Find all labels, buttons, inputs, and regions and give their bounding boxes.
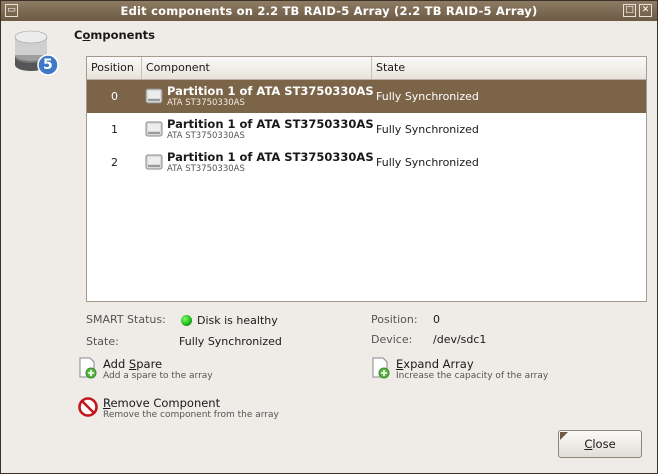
component-model: ATA ST3750330AS [167, 164, 245, 174]
disk-icon [145, 88, 163, 104]
component-name: Partition 1 of ATA ST3750330AS [167, 150, 374, 164]
column-header-position[interactable]: Position [87, 57, 142, 79]
position-value: 0 [433, 313, 440, 326]
cell-position: 0 [111, 90, 118, 103]
components-heading: Components [74, 28, 155, 42]
cell-position: 1 [111, 123, 118, 136]
window-title: Edit components on 2.2 TB RAID-5 Array (… [120, 4, 538, 18]
smart-status-label: SMART Status: [86, 313, 166, 326]
add-document-icon [372, 357, 390, 379]
add-spare-description: Add a spare to the array [103, 371, 213, 381]
remove-component-description: Remove the component from the array [103, 410, 279, 420]
maximize-icon[interactable]: □ [623, 4, 636, 17]
no-entry-icon [78, 397, 98, 417]
cell-component: Partition 1 of ATA ST3750330AS ATA ST375… [142, 146, 374, 179]
cell-state: Fully Synchronized [376, 123, 479, 136]
cell-state: Fully Synchronized [376, 156, 479, 169]
device-label: Device: [371, 333, 413, 346]
cell-state: Fully Synchronized [376, 90, 479, 103]
cell-component: Partition 1 of ATA ST3750330AS ATA ST375… [142, 80, 374, 113]
raid-level-badge: 5 [43, 57, 53, 73]
component-model: ATA ST3750330AS [167, 131, 245, 141]
table-row[interactable]: 1 Partition 1 of ATA ST3750330AS ATA ST3… [87, 113, 646, 146]
table-row[interactable]: 2 Partition 1 of ATA ST3750330AS ATA ST3… [87, 146, 646, 179]
raid-array-icon: 5 [13, 29, 61, 79]
heading-rest: mponents [90, 28, 155, 42]
cell-position: 2 [111, 156, 118, 169]
healthy-status-icon [181, 315, 192, 326]
position-label: Position: [371, 313, 418, 326]
expand-array-button[interactable]: Expand Array Increase the capacity of th… [371, 357, 641, 385]
component-model: ATA ST3750330AS [167, 98, 245, 108]
label-part: xpand Array [403, 357, 474, 371]
state-value: Fully Synchronized [179, 335, 282, 348]
column-header-component[interactable]: Component [142, 57, 372, 79]
title-bar[interactable]: ▭ Edit components on 2.2 TB RAID-5 Array… [1, 1, 657, 21]
close-label: lose [592, 437, 616, 451]
column-header-state[interactable]: State [372, 57, 646, 79]
disk-icon [145, 154, 163, 170]
add-document-icon [79, 357, 97, 379]
component-name: Partition 1 of ATA ST3750330AS [167, 84, 374, 98]
add-spare-label: Add Spare [103, 357, 162, 371]
label-part: emove Component [110, 396, 221, 410]
remove-component-label: Remove Component [103, 396, 220, 410]
component-name: Partition 1 of ATA ST3750330AS [167, 117, 374, 131]
close-button[interactable]: Close [558, 430, 642, 458]
table-row[interactable]: 0 Partition 1 of ATA ST3750330AS ATA ST3… [87, 80, 646, 113]
dialog-window: ▭ Edit components on 2.2 TB RAID-5 Array… [0, 0, 658, 474]
disk-icon [145, 121, 163, 137]
cell-component: Partition 1 of ATA ST3750330AS ATA ST375… [142, 113, 374, 146]
close-window-icon[interactable]: ✕ [639, 4, 652, 17]
device-value: /dev/sdc1 [433, 333, 487, 346]
table-header: Position Component State [87, 57, 646, 80]
expand-array-label: Expand Array [396, 357, 474, 371]
components-table[interactable]: Position Component State 0 Partition 1 o… [86, 56, 647, 302]
state-label: State: [86, 335, 119, 348]
add-spare-button[interactable]: Add Spare Add a spare to the array [78, 357, 338, 385]
label-part: pare [136, 357, 163, 371]
remove-component-button[interactable]: Remove Component Remove the component fr… [78, 396, 338, 424]
label-part: Add [103, 357, 129, 371]
focus-corner-icon [560, 432, 568, 440]
smart-status-value: Disk is healthy [197, 314, 278, 327]
expand-array-description: Increase the capacity of the array [396, 371, 549, 381]
